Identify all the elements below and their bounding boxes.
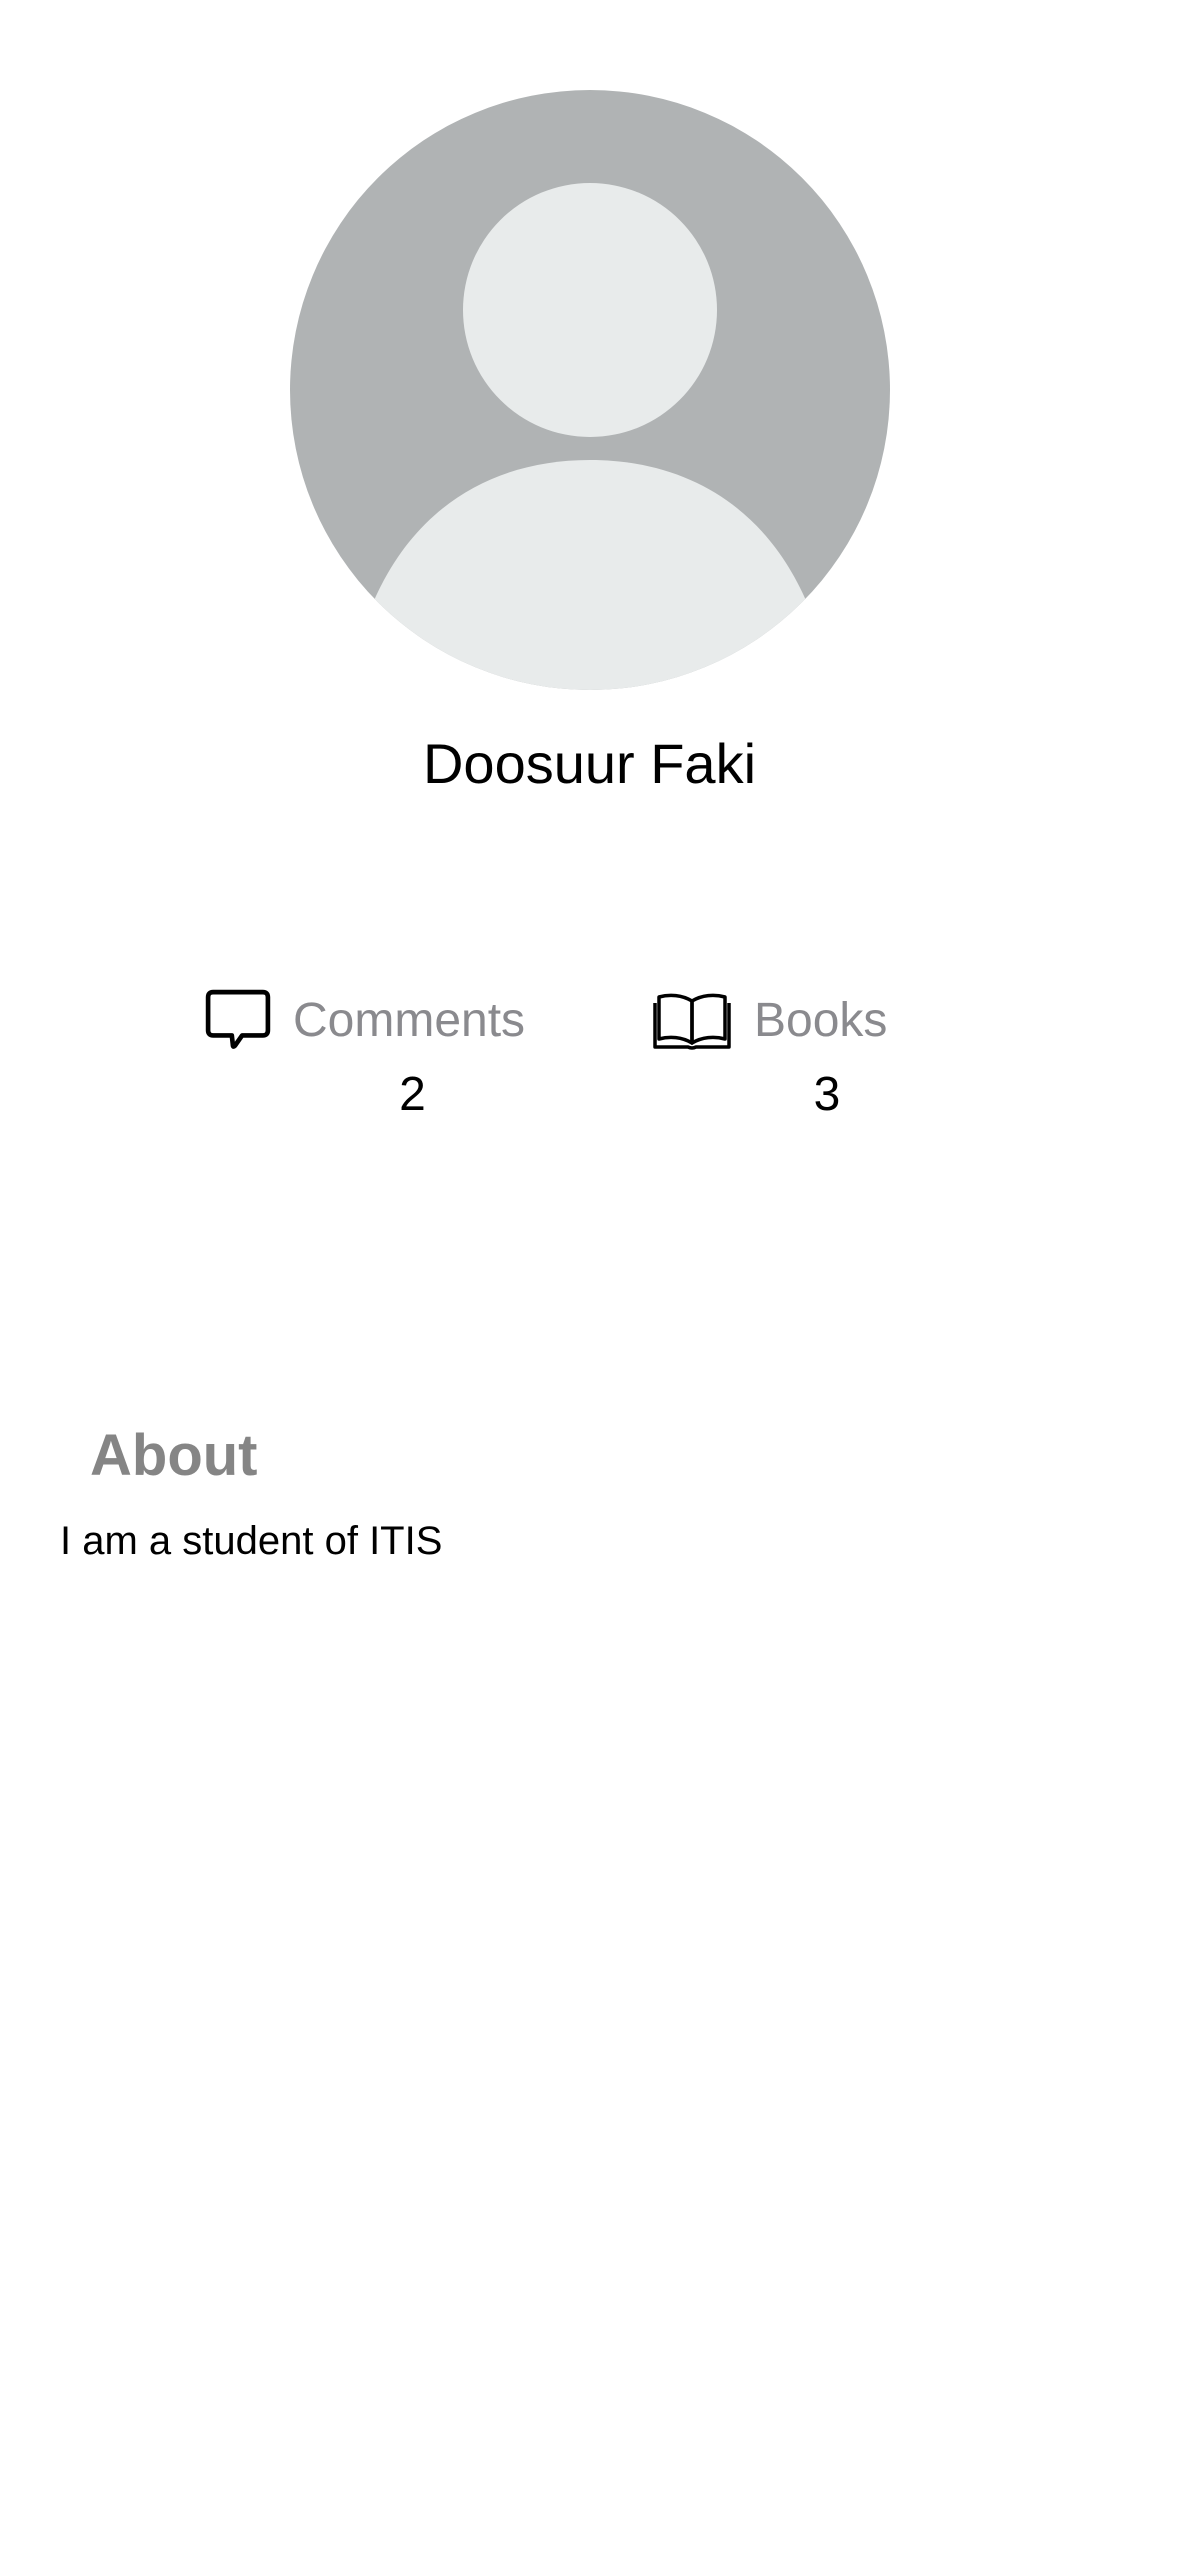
default-avatar-icon (290, 90, 890, 690)
speech-bubble-icon (205, 985, 271, 1057)
books-stat[interactable]: Books 3 (652, 985, 902, 1155)
books-stat-label: Books (754, 994, 888, 1047)
books-stat-value: 3 (813, 1068, 841, 1121)
comments-stat-value: 2 (399, 1068, 426, 1121)
avatar[interactable] (290, 90, 890, 690)
about-text: I am a student of ITIS (60, 1519, 443, 1563)
comments-stat[interactable]: Comments 2 (205, 985, 540, 1155)
comments-stat-label: Comments (293, 994, 526, 1047)
profile-name: Doosuur Faki (422, 732, 757, 795)
about-heading: About (90, 1423, 258, 1488)
books-stat-header: Books (652, 985, 902, 1057)
comments-stat-header: Comments (205, 985, 540, 1057)
open-book-icon (652, 985, 732, 1057)
